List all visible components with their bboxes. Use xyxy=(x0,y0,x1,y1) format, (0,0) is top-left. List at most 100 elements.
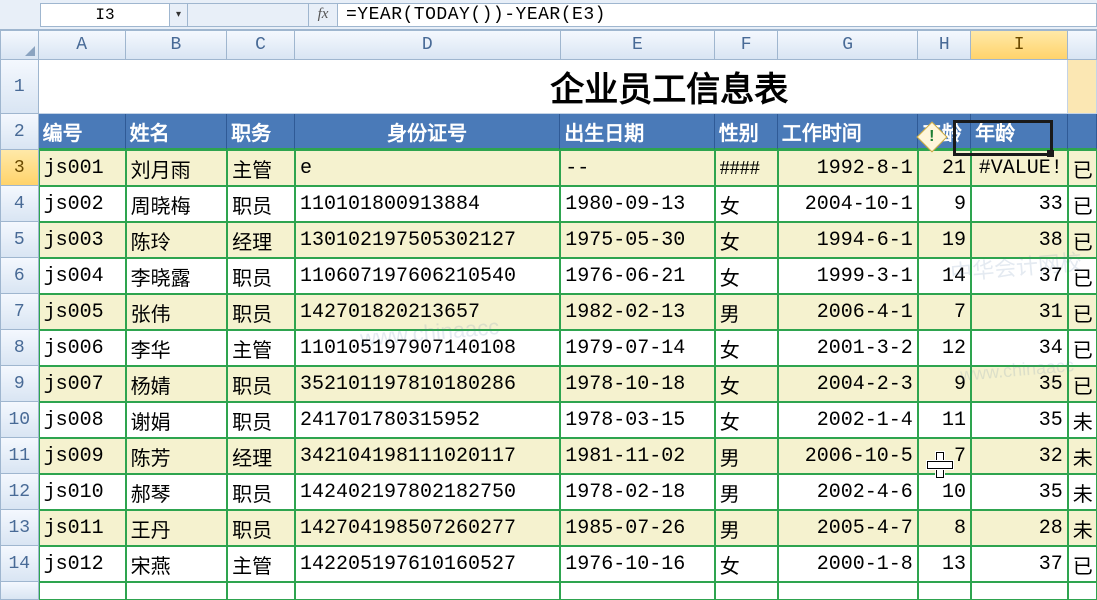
cell-J4[interactable]: 已 xyxy=(1068,186,1097,222)
cell-A4[interactable]: js002 xyxy=(39,186,126,222)
cell-F12[interactable]: 男 xyxy=(715,474,778,510)
hdr-role[interactable]: 职务 xyxy=(227,114,295,150)
cell-J3[interactable]: 已 xyxy=(1068,150,1097,186)
row-header-3[interactable]: 3 xyxy=(0,150,39,186)
cell-F10[interactable]: 女 xyxy=(715,402,778,438)
cell-J6[interactable]: 已 xyxy=(1068,258,1097,294)
cell-J7[interactable]: 已 xyxy=(1068,294,1097,330)
column-header-A[interactable]: A xyxy=(39,30,126,60)
cell-I12[interactable]: 35 xyxy=(971,474,1068,510)
cell-I11[interactable]: 32 xyxy=(971,438,1068,474)
cell-E12[interactable]: 1978-02-18 xyxy=(560,474,714,510)
cell-G8[interactable]: 2001-3-2 xyxy=(778,330,918,366)
cell-C6[interactable]: 职员 xyxy=(227,258,295,294)
cell-E13[interactable]: 1985-07-26 xyxy=(560,510,714,546)
cell-I4[interactable]: 33 xyxy=(971,186,1068,222)
cell-D10[interactable]: 241701780315952 xyxy=(295,402,560,438)
cell-C4[interactable]: 职员 xyxy=(227,186,295,222)
cell-J14[interactable]: 已 xyxy=(1068,546,1097,582)
column-header-H[interactable]: H xyxy=(918,30,971,60)
cell-B4[interactable]: 周晓梅 xyxy=(126,186,228,222)
cell-E11[interactable]: 1981-11-02 xyxy=(560,438,714,474)
cell-H3[interactable]: 21 xyxy=(918,150,971,186)
cell-E8[interactable]: 1979-07-14 xyxy=(560,330,714,366)
cell-A10[interactable]: js008 xyxy=(39,402,126,438)
cell-I6[interactable]: 37 xyxy=(971,258,1068,294)
cell-B6[interactable]: 李晓露 xyxy=(126,258,228,294)
cell-B12[interactable]: 郝琴 xyxy=(126,474,228,510)
cell-G4[interactable]: 2004-10-1 xyxy=(778,186,918,222)
cell-C8[interactable]: 主管 xyxy=(227,330,295,366)
cell-G10[interactable]: 2002-1-4 xyxy=(778,402,918,438)
row-header-1[interactable]: 1 xyxy=(0,60,39,114)
cell-B3[interactable]: 刘月雨 xyxy=(126,150,228,186)
cell-J10[interactable]: 未 xyxy=(1068,402,1097,438)
cell-A3[interactable]: js001 xyxy=(39,150,126,186)
row-header-11[interactable]: 11 xyxy=(0,438,39,474)
cell-D3[interactable]: e xyxy=(295,150,560,186)
cell-D5[interactable]: 130102197505302127 xyxy=(295,222,560,258)
cell-F9[interactable]: 女 xyxy=(715,366,778,402)
cell-G13[interactable]: 2005-4-7 xyxy=(778,510,918,546)
column-header-F[interactable]: F xyxy=(715,30,778,60)
hdr-j[interactable] xyxy=(1068,114,1097,150)
cell-G11[interactable]: 2006-10-5 xyxy=(778,438,918,474)
cell-G7[interactable]: 2006-4-1 xyxy=(778,294,918,330)
cell-E5[interactable]: 1975-05-30 xyxy=(560,222,714,258)
cell-C11[interactable]: 经理 xyxy=(227,438,295,474)
cell-H8[interactable]: 12 xyxy=(918,330,971,366)
cell-A13[interactable]: js011 xyxy=(39,510,126,546)
cell-E6[interactable]: 1976-06-21 xyxy=(560,258,714,294)
cell-B10[interactable]: 谢娟 xyxy=(126,402,228,438)
cell-B13[interactable]: 王丹 xyxy=(126,510,228,546)
cell-E14[interactable]: 1976-10-16 xyxy=(560,546,714,582)
cell-I3[interactable]: #VALUE! xyxy=(971,150,1068,186)
cell-J12[interactable]: 未 xyxy=(1068,474,1097,510)
hdr-sex[interactable]: 性别 xyxy=(715,114,778,150)
cell-H12[interactable]: 10 xyxy=(918,474,971,510)
cell-B9[interactable]: 杨婧 xyxy=(126,366,228,402)
cell-A7[interactable]: js005 xyxy=(39,294,126,330)
cell-H7[interactable]: 7 xyxy=(918,294,971,330)
cell-H14[interactable]: 13 xyxy=(918,546,971,582)
cell-C14[interactable]: 主管 xyxy=(227,546,295,582)
name-box[interactable]: I3 xyxy=(40,3,170,27)
cell-H6[interactable]: 14 xyxy=(918,258,971,294)
hdr-id[interactable]: 编号 xyxy=(39,114,126,150)
cell-C7[interactable]: 职员 xyxy=(227,294,295,330)
row-header-14[interactable]: 14 xyxy=(0,546,39,582)
cell-E4[interactable]: 1980-09-13 xyxy=(560,186,714,222)
cell-I7[interactable]: 31 xyxy=(971,294,1068,330)
cell-F6[interactable]: 女 xyxy=(715,258,778,294)
cell-G9[interactable]: 2004-2-3 xyxy=(778,366,918,402)
cell-C10[interactable]: 职员 xyxy=(227,402,295,438)
cell-D7[interactable]: 142701820213657 xyxy=(295,294,560,330)
cell-I9[interactable]: 35 xyxy=(971,366,1068,402)
cell-D9[interactable]: 352101197810180286 xyxy=(295,366,560,402)
cell-J13[interactable]: 未 xyxy=(1068,510,1097,546)
cell-D4[interactable]: 110101800913884 xyxy=(295,186,560,222)
cell-A11[interactable]: js009 xyxy=(39,438,126,474)
select-all-corner[interactable] xyxy=(0,30,39,60)
column-header-D[interactable]: D xyxy=(295,30,561,60)
cell-E9[interactable]: 1978-10-18 xyxy=(560,366,714,402)
hdr-work[interactable]: 工作时间 xyxy=(778,114,918,150)
cell-D11[interactable]: 342104198111020117 xyxy=(295,438,560,474)
cell-J8[interactable]: 已 xyxy=(1068,330,1097,366)
cell-C12[interactable]: 职员 xyxy=(227,474,295,510)
cell-B7[interactable]: 张伟 xyxy=(126,294,228,330)
cell-C9[interactable]: 职员 xyxy=(227,366,295,402)
fx-button[interactable]: fx xyxy=(308,3,338,27)
cell-H11[interactable]: 7 xyxy=(918,438,971,474)
column-header-G[interactable]: G xyxy=(778,30,918,60)
cell-J5[interactable]: 已 xyxy=(1068,222,1097,258)
cell-G6[interactable]: 1999-3-1 xyxy=(778,258,918,294)
cell-F3[interactable]: #### xyxy=(715,150,778,186)
cell-G12[interactable]: 2002-4-6 xyxy=(778,474,918,510)
cell-G5[interactable]: 1994-6-1 xyxy=(778,222,918,258)
column-header-J[interactable] xyxy=(1068,30,1097,60)
cell-I10[interactable]: 35 xyxy=(971,402,1068,438)
cell-I8[interactable]: 34 xyxy=(971,330,1068,366)
cell-B5[interactable]: 陈玲 xyxy=(126,222,228,258)
cell-H13[interactable]: 8 xyxy=(918,510,971,546)
